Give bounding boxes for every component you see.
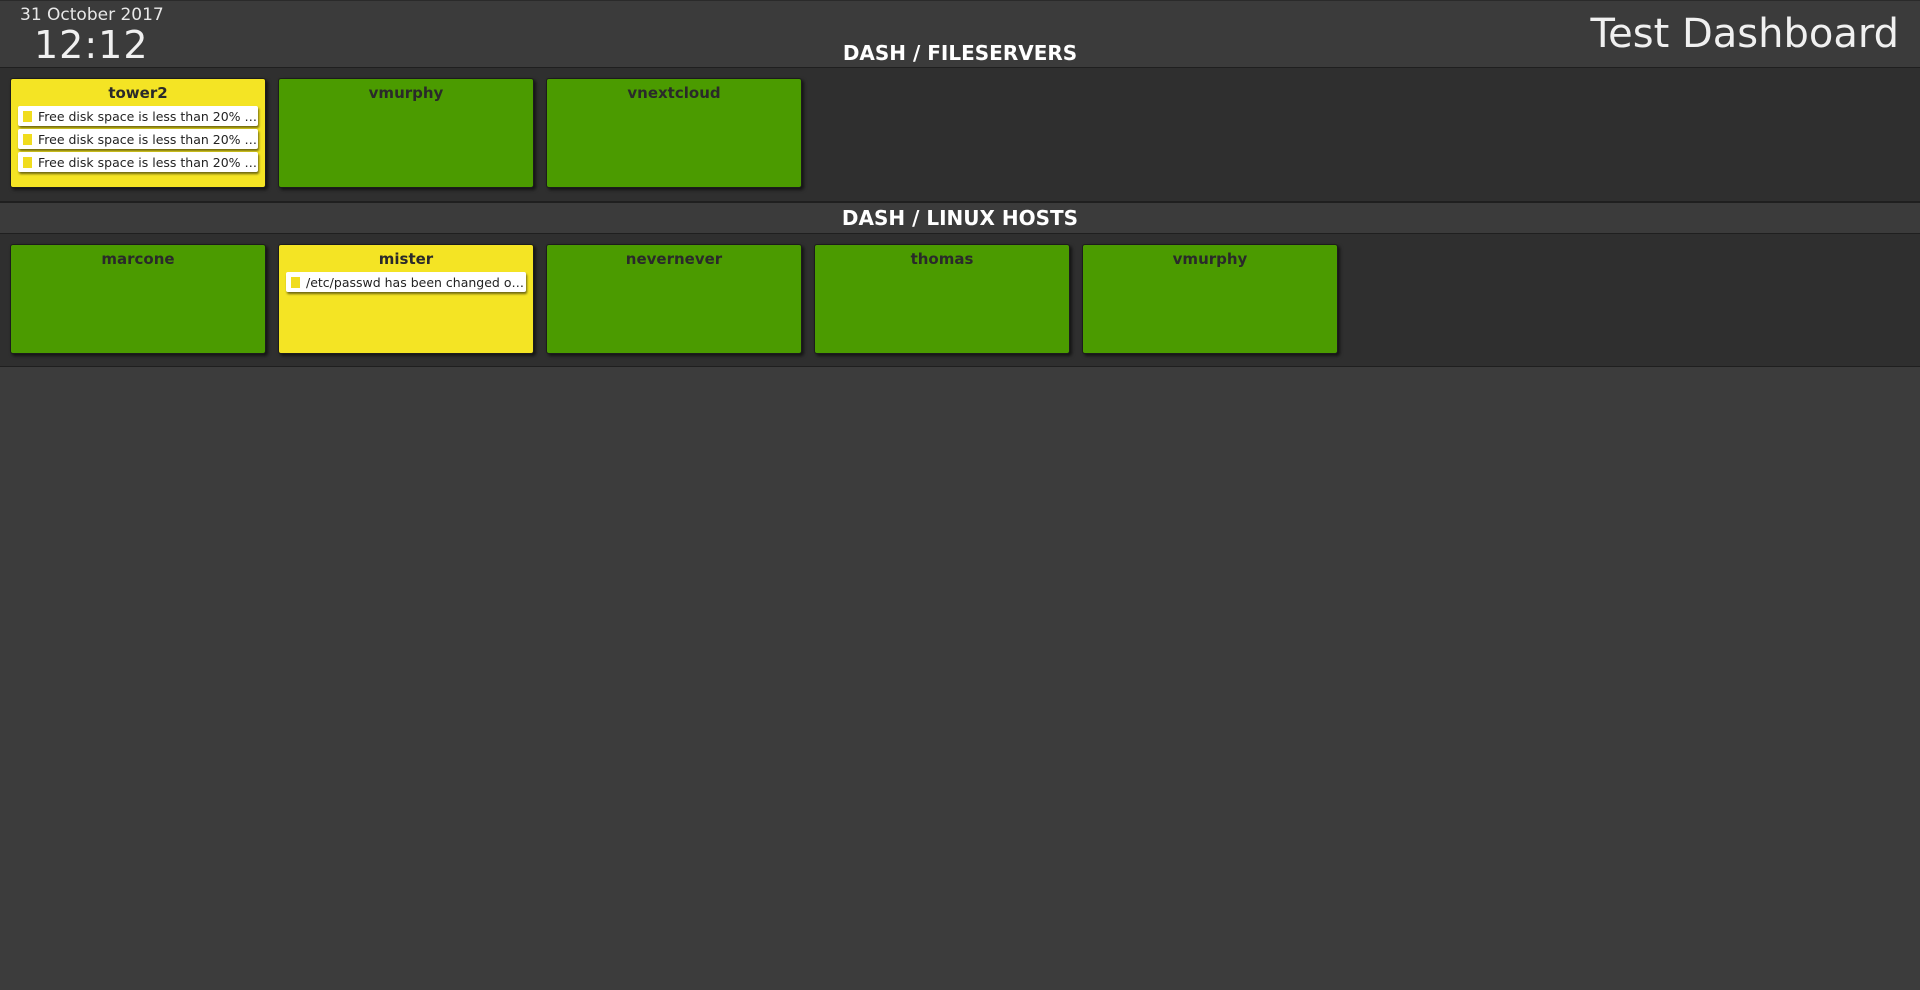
group-fileservers: tower2 Free disk space is less than 20% …	[0, 67, 1920, 202]
alert-text: /etc/passwd has been changed on mister	[306, 274, 526, 290]
dashboard-page: 31 October 2017 12:12 Test Dashboard DAS…	[0, 0, 1920, 990]
warning-status-icon	[23, 133, 32, 145]
host-tile-vmurphy[interactable]: vmurphy	[278, 78, 534, 188]
current-date: 31 October 2017	[20, 5, 164, 25]
warning-status-icon	[23, 156, 32, 168]
host-tiles: marcone mister /etc/passwd has been chan…	[10, 244, 1338, 354]
host-tile-nevernever[interactable]: nevernever	[546, 244, 802, 354]
alert-item[interactable]: /etc/passwd has been changed on mister	[286, 272, 526, 292]
host-name: mister	[378, 250, 434, 268]
host-tile-vnextcloud[interactable]: vnextcloud	[546, 78, 802, 188]
host-tile-thomas[interactable]: thomas	[814, 244, 1070, 354]
alert-text: Free disk space is less than 20% on volu…	[38, 154, 258, 170]
host-tiles: tower2 Free disk space is less than 20% …	[10, 78, 802, 188]
alert-text: Free disk space is less than 20% on volu…	[38, 131, 258, 147]
host-tile-vmurphy-linux[interactable]: vmurphy	[1082, 244, 1338, 354]
group-title-fileservers: DASH / FILESERVERS	[842, 41, 1078, 65]
group-title-linux-hosts: DASH / LINUX HOSTS	[0, 202, 1920, 234]
host-name: vmurphy	[368, 84, 444, 102]
alert-item[interactable]: Free disk space is less than 20% on volu…	[18, 129, 258, 149]
host-name: nevernever	[625, 250, 723, 268]
host-tile-tower2[interactable]: tower2 Free disk space is less than 20% …	[10, 78, 266, 188]
host-name: tower2	[108, 84, 168, 102]
host-tile-mister[interactable]: mister /etc/passwd has been changed on m…	[278, 244, 534, 354]
host-name: thomas	[910, 250, 974, 268]
dashboard-header: 31 October 2017 12:12 Test Dashboard DAS…	[0, 0, 1920, 67]
host-name: marcone	[101, 250, 175, 268]
host-name: vmurphy	[1172, 250, 1248, 268]
host-tile-marcone[interactable]: marcone	[10, 244, 266, 354]
host-name: vnextcloud	[627, 84, 721, 102]
group-linux-hosts: marcone mister /etc/passwd has been chan…	[0, 234, 1920, 367]
alert-item[interactable]: Free disk space is less than 20% on volu…	[18, 106, 258, 126]
warning-status-icon	[23, 110, 32, 122]
alert-text: Free disk space is less than 20% on volu…	[38, 108, 258, 124]
warning-status-icon	[291, 276, 300, 288]
alert-item[interactable]: Free disk space is less than 20% on volu…	[18, 152, 258, 172]
